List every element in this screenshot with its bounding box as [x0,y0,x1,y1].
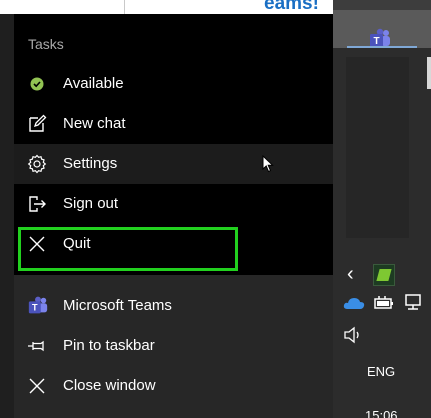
teams-icon: T [28,296,48,314]
menu-item-available[interactable]: Available [14,64,333,104]
menu-item-new-chat[interactable]: New chat [14,104,333,144]
menu-item-settings[interactable]: Settings [14,144,333,184]
menu-item-close-window[interactable]: Close window [14,366,333,406]
quit-highlight-box [18,227,238,271]
new-chat-icon [29,114,47,132]
gear-icon [27,154,47,174]
pin-icon [28,340,44,352]
tray-app-glyph [376,269,392,281]
menu-item-microsoft-teams[interactable]: T Microsoft Teams [14,286,333,326]
menu-item-sign-out[interactable]: Sign out [14,184,333,224]
tasks-section-header: Tasks [28,36,64,52]
battery-icon[interactable] [373,295,395,311]
teams-jump-list: Tasks Available New chat Settings Sign o… [14,14,333,418]
taskbar-app-preview [346,57,409,238]
menu-item-label: Sign out [63,195,119,212]
input-language-indicator[interactable]: ENG [367,364,395,379]
menu-item-label: Microsoft Teams [63,297,172,314]
menu-item-label: Close window [63,377,156,394]
menu-item-label: New chat [63,115,126,132]
menu-item-label: Pin to taskbar [63,337,155,354]
close-icon [29,378,45,394]
svg-text:T: T [32,303,38,313]
volume-icon[interactable] [343,326,365,344]
onedrive-cloud-icon[interactable] [343,296,365,310]
mouse-cursor-icon [262,155,274,173]
menu-item-label: Settings [63,155,118,172]
menu-item-label: Available [63,75,124,92]
sign-out-icon [29,196,46,212]
tray-app-icon[interactable] [373,264,395,286]
available-status-icon [30,77,44,91]
taskbar-top-edge [333,0,431,10]
taskbar-edge-strip [427,57,431,89]
background-divider [124,0,125,14]
pinned-section: T Microsoft Teams Pin to taskbar Close w… [14,275,333,418]
network-icon[interactable] [403,294,425,312]
taskbar-active-indicator [347,46,417,48]
taskbar-teams-button[interactable]: T [333,10,431,48]
taskbar: T ‹ ENG 15:06 [333,0,431,418]
menu-item-pin-to-taskbar[interactable]: Pin to taskbar [14,326,333,366]
background-page-text: eams! [264,0,319,14]
clock-time[interactable]: 15:06 [365,408,398,418]
show-hidden-icons-chevron-icon[interactable]: ‹ [347,264,354,284]
